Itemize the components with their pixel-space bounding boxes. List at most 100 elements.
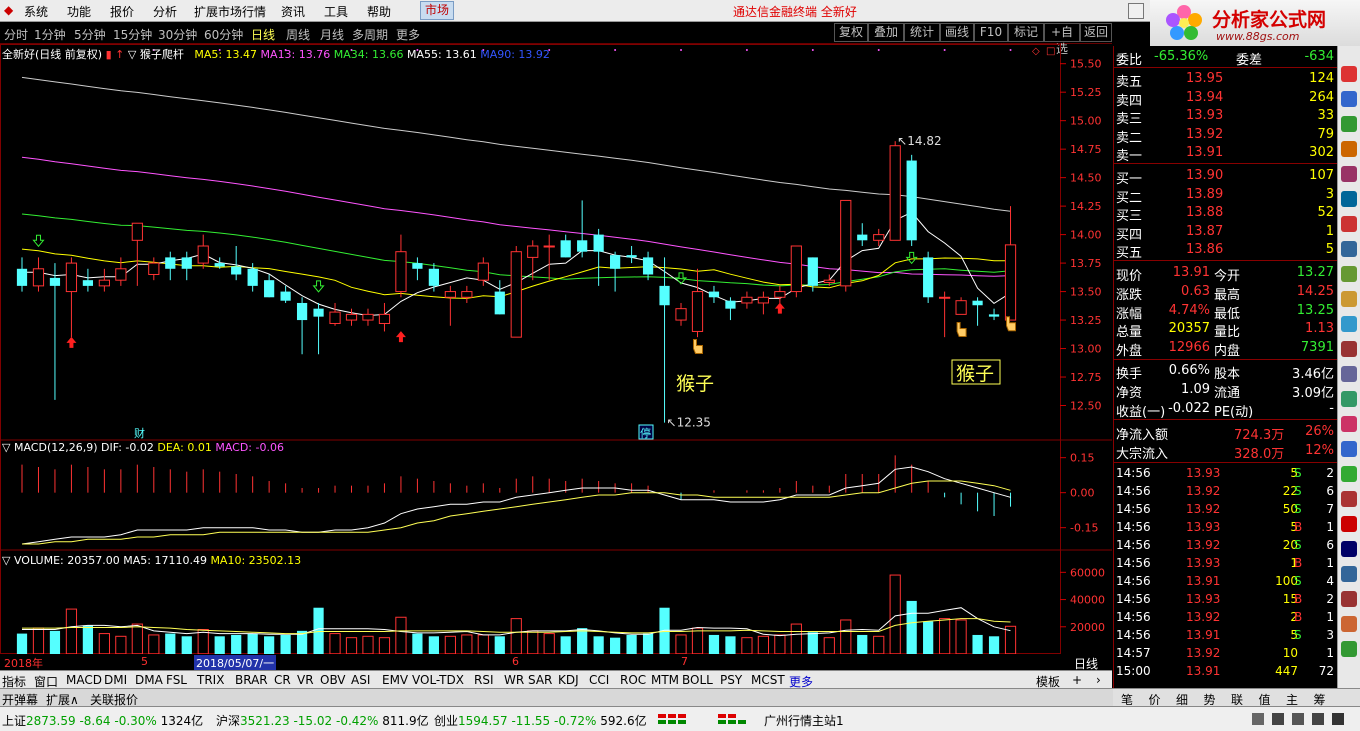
- indicator-tab-21[interactable]: BOLL: [682, 673, 713, 687]
- sz-index[interactable]: 沪深3521.23 -15.02 -0.42% 811.9亿: [216, 712, 429, 729]
- indicator-tab-5[interactable]: FSL: [166, 673, 187, 687]
- period-tab-7[interactable]: 周线: [286, 26, 310, 43]
- menu-item-7[interactable]: 帮助: [367, 3, 391, 20]
- toolbar-button-6[interactable]: +自选: [1044, 23, 1080, 56]
- indicator-tab-4[interactable]: DMA: [135, 673, 163, 687]
- indicator-tab-2[interactable]: MACD: [66, 673, 102, 687]
- period-tab-6[interactable]: 日线: [251, 26, 275, 43]
- news-icon[interactable]: [1341, 116, 1357, 132]
- indicator-tab-22[interactable]: PSY: [720, 673, 742, 687]
- toolbar-button-2[interactable]: 统计: [904, 23, 940, 42]
- ruler-icon[interactable]: [1341, 316, 1357, 332]
- kline-icon[interactable]: [1341, 166, 1357, 182]
- ask-row-0[interactable]: 卖五 13.95 124: [1114, 70, 1338, 90]
- note-icon[interactable]: [1341, 441, 1357, 457]
- ask-row-1[interactable]: 卖四 13.94 264: [1114, 89, 1338, 109]
- rsi-icon[interactable]: [1341, 491, 1357, 507]
- indicator-tab-11[interactable]: ASI: [351, 673, 370, 687]
- toolbar-button-4[interactable]: F10: [974, 23, 1008, 42]
- bid-row-0[interactable]: 买一 13.90 107: [1114, 167, 1338, 187]
- status-icons[interactable]: [1250, 711, 1350, 727]
- menu-item-5[interactable]: 资讯: [281, 3, 305, 20]
- eye-icon[interactable]: [1341, 566, 1357, 582]
- toolbar-button-1[interactable]: 叠加: [868, 23, 904, 42]
- market-button[interactable]: 市场: [420, 1, 454, 20]
- a-icon[interactable]: [1341, 516, 1357, 532]
- indicator-tab-8[interactable]: CR: [274, 673, 291, 687]
- indicator-tab-12[interactable]: EMV: [382, 673, 408, 687]
- stat-row-0[interactable]: 现价 13.91 今开 13.27: [1114, 264, 1338, 284]
- period-tab-0[interactable]: 分时: [4, 26, 28, 43]
- fund-row-1[interactable]: 净资 1.09 流通 3.09亿: [1114, 381, 1338, 401]
- app-icon[interactable]: ◆: [4, 3, 13, 17]
- menu-item-4[interactable]: 扩展市场行情: [194, 3, 266, 20]
- indicator-tab-13[interactable]: VOL-TDX: [412, 673, 464, 687]
- window-restore-button[interactable]: [1128, 3, 1144, 19]
- sh-index[interactable]: 上证2873.59 -8.64 -0.30% 1324亿: [2, 712, 203, 729]
- more-arrow-icon[interactable]: ›: [1096, 673, 1101, 687]
- add-indicator-button[interactable]: +: [1072, 673, 1082, 687]
- fund-row-0[interactable]: 换手 0.66% 股本 3.46亿: [1114, 362, 1338, 382]
- indicator-tab-23[interactable]: MCST: [751, 673, 785, 687]
- chart-icon[interactable]: [1341, 66, 1357, 82]
- menu-item-1[interactable]: 功能: [67, 3, 91, 20]
- ask-row-4[interactable]: 卖一 13.91 302: [1114, 144, 1338, 164]
- grid-icon[interactable]: [1341, 241, 1357, 257]
- stat-row-4[interactable]: 外盘 12966 内盘 7391: [1114, 339, 1338, 359]
- toolbar-button-0[interactable]: 复权: [834, 23, 868, 42]
- indicator-tab-6[interactable]: TRIX: [197, 673, 224, 687]
- indicator-tab-14[interactable]: RSI: [474, 673, 494, 687]
- map-icon[interactable]: [1341, 591, 1357, 607]
- period-tab-3[interactable]: 15分钟: [113, 26, 152, 43]
- server-name[interactable]: 广州行情主站1: [764, 712, 844, 729]
- list-icon[interactable]: [1341, 91, 1357, 107]
- stock-icon[interactable]: [1341, 466, 1357, 482]
- indicator-tab-19[interactable]: ROC: [620, 673, 646, 687]
- toolbar-button-3[interactable]: 画线: [940, 23, 974, 42]
- flow-row-1[interactable]: 大宗流入 328.0万 12%: [1114, 442, 1338, 462]
- period-tab-8[interactable]: 月线: [320, 26, 344, 43]
- bid-row-1[interactable]: 买二 13.89 3: [1114, 186, 1338, 206]
- bank-icon[interactable]: [1341, 391, 1357, 407]
- indicator-tab-18[interactable]: CCI: [589, 673, 609, 687]
- stat-row-3[interactable]: 总量 20357 量比 1.13: [1114, 320, 1338, 340]
- trend-icon[interactable]: [1341, 266, 1357, 282]
- indicator-tab-16[interactable]: SAR: [528, 673, 552, 687]
- indicator-tab-20[interactable]: MTM: [651, 673, 679, 687]
- tool-icon[interactable]: [1341, 616, 1357, 632]
- flow-row-0[interactable]: 净流入额 724.3万 26%: [1114, 423, 1338, 443]
- book-icon[interactable]: [1341, 366, 1357, 382]
- period-tab-2[interactable]: 5分钟: [74, 26, 106, 43]
- money-icon[interactable]: [1341, 291, 1357, 307]
- stat-row-2[interactable]: 涨幅 4.74% 最低 13.25: [1114, 302, 1338, 322]
- table-icon[interactable]: [1341, 191, 1357, 207]
- period-tab-1[interactable]: 1分钟: [34, 26, 66, 43]
- period-tab-9[interactable]: 多周期: [352, 26, 388, 43]
- fund-row-2[interactable]: 收益(一) -0.022 PE(动) -: [1114, 400, 1338, 420]
- h-icon[interactable]: [1341, 541, 1357, 557]
- period-tab-5[interactable]: 60分钟: [204, 26, 243, 43]
- menu-item-0[interactable]: 系统: [24, 3, 48, 20]
- indicator-tab-10[interactable]: OBV: [320, 673, 346, 687]
- indicator-tab-9[interactable]: VR: [297, 673, 314, 687]
- stat-row-1[interactable]: 涨跌 0.63 最高 14.25: [1114, 283, 1338, 303]
- indicator-tab-3[interactable]: DMI: [104, 673, 127, 687]
- finance-icon[interactable]: [1341, 141, 1357, 157]
- ask-row-3[interactable]: 卖二 13.92 79: [1114, 126, 1338, 146]
- bid-row-2[interactable]: 买三 13.88 52: [1114, 204, 1338, 224]
- info-icon[interactable]: [1341, 341, 1357, 357]
- alert-icon[interactable]: [1341, 216, 1357, 232]
- cy-index[interactable]: 创业1594.57 -11.55 -0.72% 592.6亿: [434, 712, 647, 729]
- bid-row-4[interactable]: 买五 13.86 5: [1114, 241, 1338, 261]
- period-tab-4[interactable]: 30分钟: [158, 26, 197, 43]
- more-icon[interactable]: [1341, 641, 1357, 657]
- indicator-tab-7[interactable]: BRAR: [235, 673, 268, 687]
- menu-item-6[interactable]: 工具: [324, 3, 348, 20]
- bid-row-3[interactable]: 买四 13.87 1: [1114, 223, 1338, 243]
- ask-row-2[interactable]: 卖三 13.93 33: [1114, 107, 1338, 127]
- star-icon[interactable]: [1341, 416, 1357, 432]
- menu-item-2[interactable]: 报价: [110, 3, 134, 20]
- weibi-row[interactable]: 委比 -65.36% 委差 -634: [1114, 48, 1338, 68]
- indicator-tab-15[interactable]: WR: [504, 673, 524, 687]
- toolbar-button-5[interactable]: 标记: [1008, 23, 1044, 42]
